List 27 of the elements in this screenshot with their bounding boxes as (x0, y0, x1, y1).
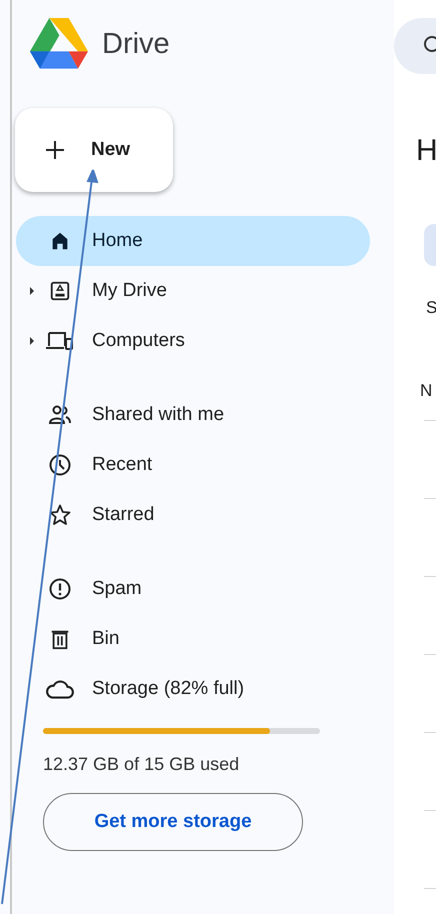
app-title: Drive (102, 28, 170, 60)
clock-icon (48, 453, 72, 477)
nav-item[interactable]: My Drive (16, 266, 370, 316)
drive-logo-icon (30, 18, 88, 70)
nav-item[interactable]: Starred (16, 490, 370, 540)
new-button[interactable]: New (15, 108, 173, 192)
storage-usage-text: 12.37 GB of 15 GB used (43, 754, 240, 775)
trash-icon (49, 628, 71, 650)
nav-item[interactable]: Storage (82% full) (16, 664, 370, 714)
drive-icon (49, 280, 71, 302)
nav-item[interactable]: Bin (16, 614, 370, 664)
search-field[interactable] (394, 18, 436, 74)
warning-icon (48, 577, 72, 601)
plus-icon (43, 138, 67, 162)
nav-item[interactable]: Spam (16, 564, 370, 614)
nav-item[interactable]: Shared with me (16, 390, 370, 440)
column-header: N (420, 381, 432, 401)
nav-item[interactable]: Home (16, 216, 370, 266)
caret-icon[interactable] (30, 287, 34, 295)
computer-icon (46, 330, 74, 352)
nav-item[interactable]: Recent (16, 440, 370, 490)
page-heading: H (416, 134, 436, 168)
get-more-storage-button[interactable]: Get more storage (43, 793, 303, 851)
cloud-icon (45, 678, 75, 700)
nav-item[interactable]: Computers (16, 316, 370, 366)
caret-icon[interactable] (30, 337, 34, 345)
people-icon (48, 403, 72, 427)
